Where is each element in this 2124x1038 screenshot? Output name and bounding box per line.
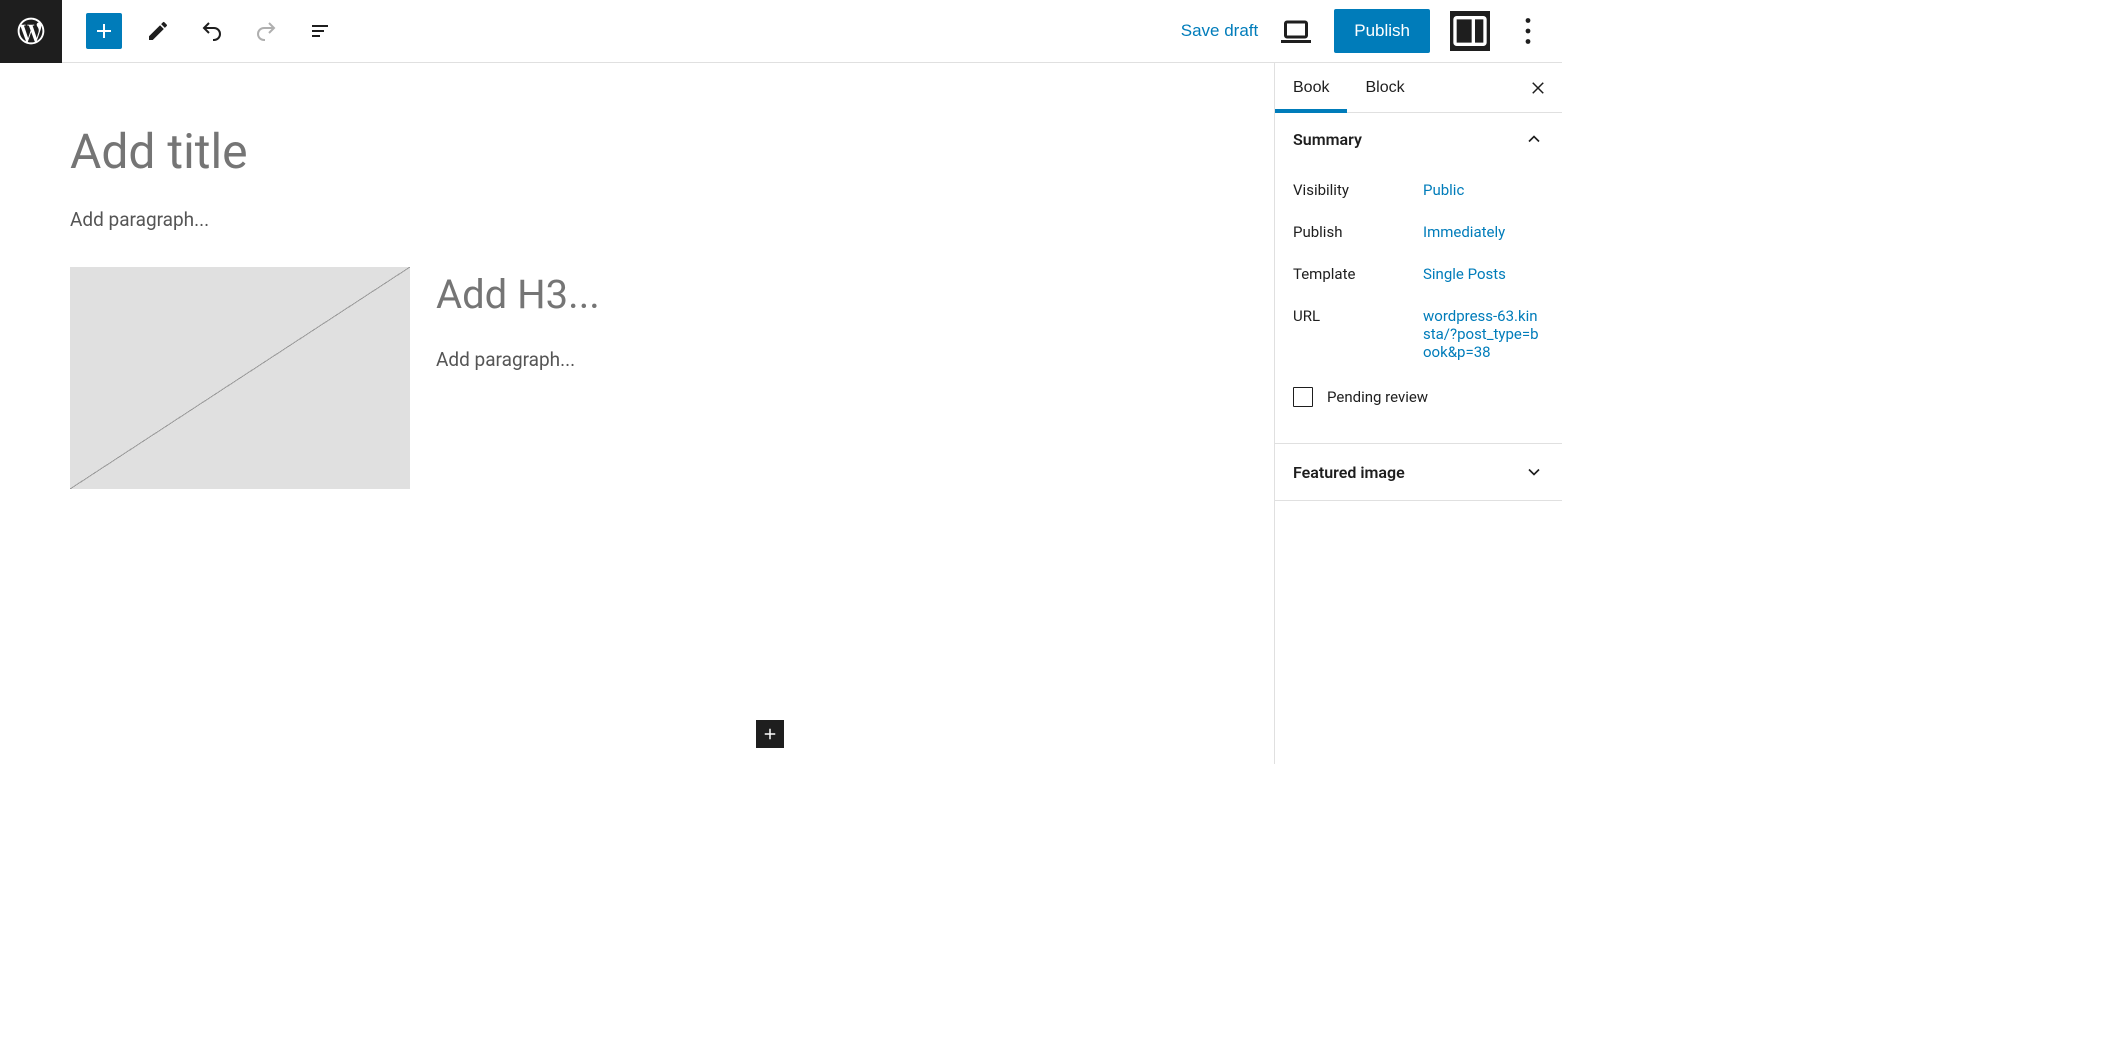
laptop-icon [1278,13,1314,49]
editor-tools-left [62,13,338,49]
sidebar-tabs: Book Block [1275,63,1562,113]
plus-icon [92,19,116,43]
close-icon [1529,79,1547,97]
post-title-input[interactable]: Add title [70,123,1204,180]
main-area: Add title Add paragraph... Add H3... Add… [0,63,1562,764]
kebab-icon [1510,13,1546,49]
summary-publish-row: Publish Immediately [1293,211,1544,253]
summary-url-row: URL wordpress-63.kinsta/?post_type=book&… [1293,295,1544,373]
pending-review-row: Pending review [1293,373,1544,431]
document-overview-button[interactable] [302,13,338,49]
editor-canvas: Add title Add paragraph... Add H3... Add… [0,63,1274,764]
publish-value[interactable]: Immediately [1423,223,1544,241]
url-value[interactable]: wordpress-63.kinsta/?post_type=book&p=38 [1423,307,1544,361]
wordpress-logo[interactable] [0,0,62,63]
summary-heading: Summary [1293,130,1362,149]
template-label: Template [1293,265,1423,283]
redo-button[interactable] [248,13,284,49]
editor-tools-right: Save draft Publish [1181,9,1562,53]
wordpress-icon [15,15,47,47]
pending-review-label: Pending review [1327,388,1428,406]
paragraph-block[interactable]: Add paragraph... [70,208,1204,231]
tab-block[interactable]: Block [1347,63,1422,112]
publish-button[interactable]: Publish [1334,9,1430,53]
sidebar-icon [1450,11,1490,51]
close-sidebar-button[interactable] [1514,64,1562,112]
tab-post-type[interactable]: Book [1275,63,1347,112]
undo-button[interactable] [194,13,230,49]
undo-icon [200,19,224,43]
template-value[interactable]: Single Posts [1423,265,1544,283]
heading-h3-block[interactable]: Add H3... [436,271,1204,318]
list-icon [308,19,332,43]
featured-image-heading: Featured image [1293,463,1405,482]
plus-icon [761,725,779,743]
column-right: Add H3... Add paragraph... [436,267,1204,371]
editor-top-bar: Save draft Publish [0,0,1562,63]
chevron-down-icon [1524,462,1544,482]
chevron-up-icon [1524,129,1544,149]
append-block-button[interactable] [756,720,784,748]
summary-panel-toggle[interactable]: Summary [1275,113,1562,165]
redo-icon [254,19,278,43]
preview-button[interactable] [1278,13,1314,49]
options-menu-button[interactable] [1510,13,1546,49]
visibility-value[interactable]: Public [1423,181,1544,199]
save-draft-button[interactable]: Save draft [1181,21,1259,41]
featured-image-panel-toggle[interactable]: Featured image [1275,444,1562,501]
summary-panel-body: Visibility Public Publish Immediately Te… [1275,165,1562,443]
settings-panel-toggle[interactable] [1450,11,1490,51]
publish-label: Publish [1293,223,1423,241]
summary-visibility-row: Visibility Public [1293,169,1544,211]
summary-template-row: Template Single Posts [1293,253,1544,295]
columns-block: Add H3... Add paragraph... [70,267,1204,489]
image-placeholder-block[interactable] [70,267,410,489]
settings-sidebar: Book Block Summary Visibility Public Pub… [1274,63,1562,764]
add-block-button[interactable] [86,13,122,49]
paragraph-block-2[interactable]: Add paragraph... [436,348,1204,371]
tools-button[interactable] [140,13,176,49]
visibility-label: Visibility [1293,181,1423,199]
url-label: URL [1293,307,1423,325]
pencil-icon [146,19,170,43]
pending-review-checkbox[interactable] [1293,387,1313,407]
